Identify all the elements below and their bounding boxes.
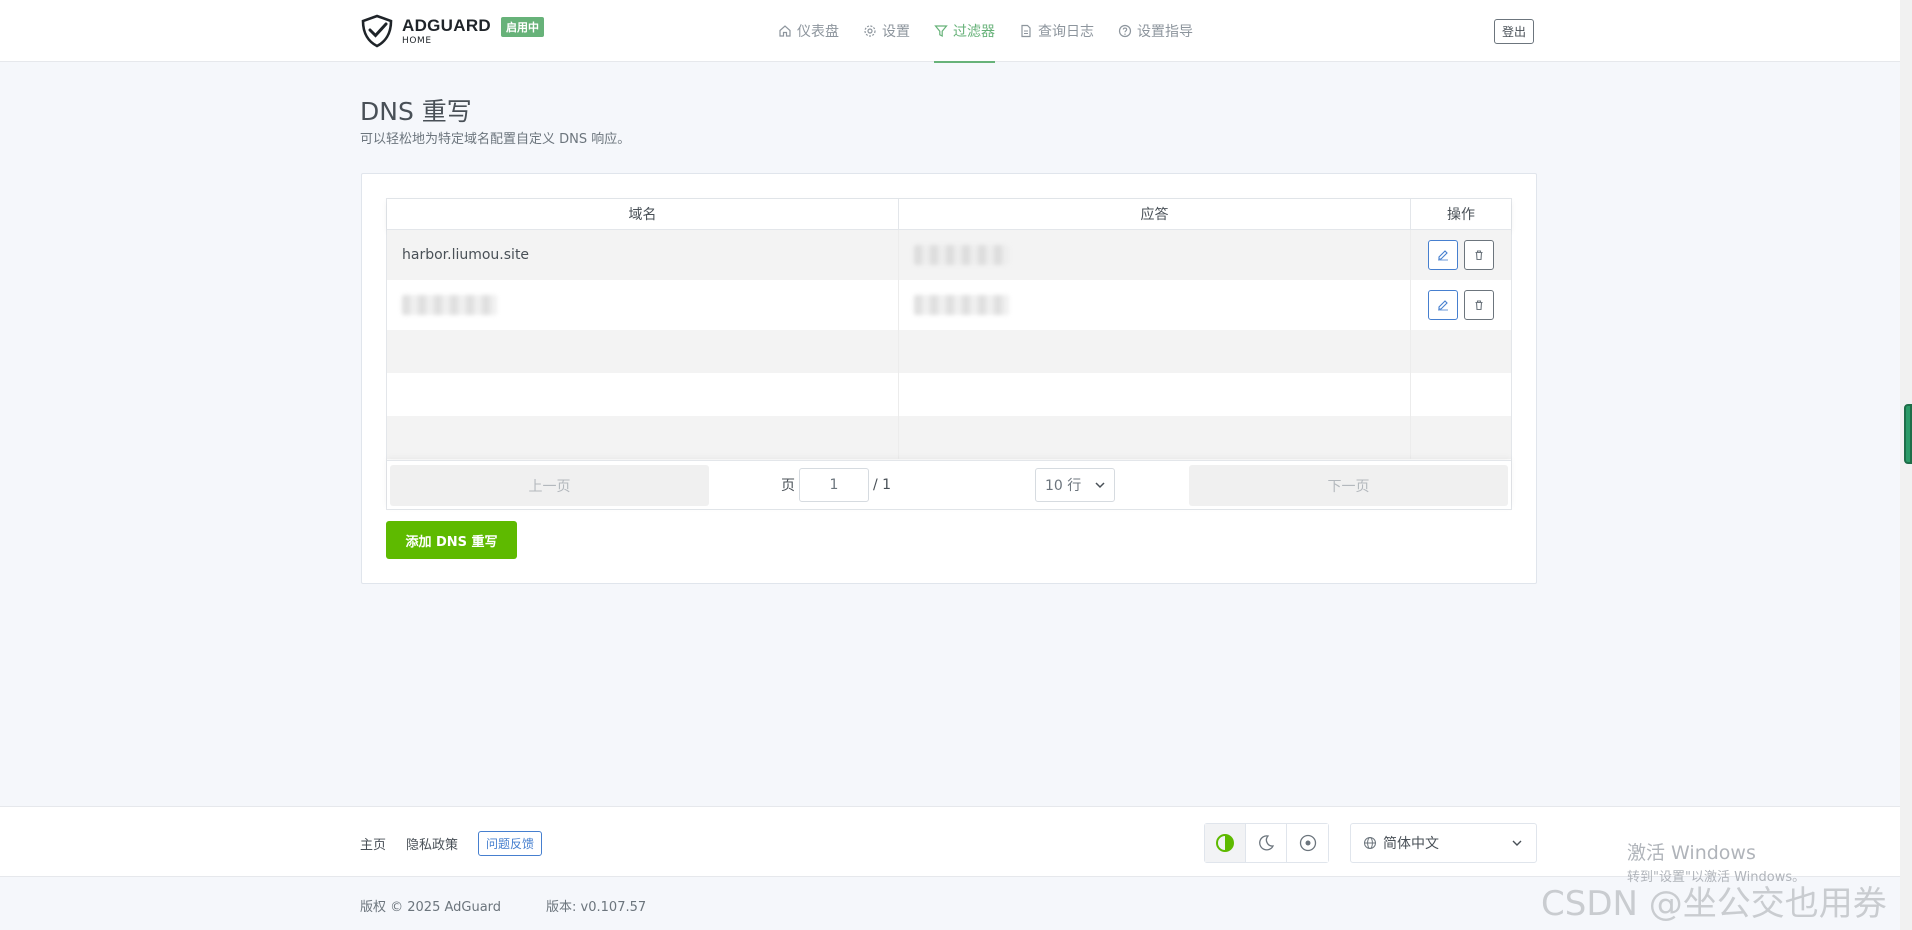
row-answer <box>899 230 1411 280</box>
column-header-actions: 操作 <box>1447 207 1475 223</box>
empty-cell <box>899 330 1411 373</box>
chevron-down-icon <box>1512 840 1522 846</box>
rows-per-page-select[interactable]: 10 行 <box>1035 468 1115 502</box>
side-floating-tab[interactable] <box>1904 404 1912 464</box>
auto-theme-icon <box>1216 834 1234 852</box>
table-header: 域名 应答 操作 <box>387 199 1511 230</box>
table-row <box>387 280 1511 330</box>
empty-cell <box>387 416 899 459</box>
delete-button[interactable] <box>1464 290 1494 320</box>
row-domain <box>387 280 899 330</box>
nav-setup-guide[interactable]: 设置指导 <box>1118 0 1193 62</box>
page-description: 可以轻松地为特定域名配置自定义 DNS 响应。 <box>360 132 631 147</box>
page-label: 页 <box>781 478 795 494</box>
row-actions <box>1411 280 1511 330</box>
nav-query-log-label: 查询日志 <box>1038 24 1094 40</box>
footer-links: 主页 隐私政策 问题反馈 <box>360 831 543 856</box>
rows-per-page-value: 10 行 <box>1045 478 1082 494</box>
language-value: 简体中文 <box>1383 836 1439 852</box>
shield-check-icon <box>361 14 393 48</box>
theme-light-button[interactable] <box>1287 824 1328 862</box>
empty-row <box>387 373 1511 416</box>
nav-dashboard-label: 仪表盘 <box>797 24 839 40</box>
dns-rewrites-table: 域名 应答 操作 harbor.liumou.site 上一页 页 1 / 1 … <box>386 198 1512 510</box>
version-text: 版本: v0.107.57 <box>546 900 647 915</box>
windows-activation-title: 激活 Windows <box>1627 842 1756 864</box>
language-select[interactable]: 简体中文 <box>1350 823 1537 863</box>
theme-switcher <box>1204 823 1329 863</box>
page-scrollbar[interactable] <box>1900 0 1912 930</box>
logout-button[interactable]: 登出 <box>1494 19 1535 44</box>
row-answer <box>899 280 1411 330</box>
edit-icon <box>1438 250 1448 261</box>
top-header: ADGUARD HOME 启用中 仪表盘 设置 过滤器 查询日志 设置指导 登出 <box>0 0 1900 63</box>
theme-dark-button[interactable] <box>1246 824 1287 862</box>
nav-filters-label: 过滤器 <box>953 24 995 40</box>
csdn-watermark: CSDN @坐公交也用券 <box>1541 884 1887 924</box>
redacted-answer <box>914 245 1009 265</box>
nav-settings-label: 设置 <box>882 24 910 40</box>
table-row: harbor.liumou.site <box>387 230 1511 280</box>
row-actions <box>1411 230 1511 280</box>
empty-cell <box>1411 373 1511 416</box>
adguard-logo[interactable]: ADGUARD HOME 启用中 <box>360 14 544 48</box>
empty-cell <box>387 373 899 416</box>
row-domain: harbor.liumou.site <box>387 230 899 280</box>
nav-filters[interactable]: 过滤器 <box>934 0 995 63</box>
edit-button[interactable] <box>1428 240 1458 270</box>
sun-icon <box>1299 834 1316 852</box>
gear-icon <box>863 24 877 38</box>
chevron-down-icon <box>1095 482 1105 489</box>
redacted-answer <box>914 295 1009 315</box>
footer-link-home[interactable]: 主页 <box>360 834 386 853</box>
pagination-bar: 上一页 页 1 / 1 10 行 下一页 <box>387 460 1511 509</box>
moon-icon <box>1259 835 1275 851</box>
brand-name: ADGUARD <box>402 15 491 35</box>
nav-dashboard[interactable]: 仪表盘 <box>778 0 839 62</box>
brand-sub: HOME <box>402 35 432 46</box>
empty-row <box>387 416 1511 459</box>
filter-icon <box>934 24 948 38</box>
empty-cell <box>387 330 899 373</box>
report-issue-button[interactable]: 问题反馈 <box>478 831 543 856</box>
empty-cell <box>899 416 1411 459</box>
prev-page-button[interactable]: 上一页 <box>390 465 709 506</box>
nav-settings[interactable]: 设置 <box>863 0 910 62</box>
redacted-domain <box>402 295 497 315</box>
next-page-button[interactable]: 下一页 <box>1189 465 1508 506</box>
empty-cell <box>1411 416 1511 459</box>
copyright-text: 版权 © 2025 AdGuard <box>360 900 502 915</box>
total-pages: / 1 <box>873 477 892 493</box>
page-number-input[interactable]: 1 <box>799 468 869 502</box>
page-indicator: 页 1 / 1 <box>781 468 891 502</box>
column-header-answer[interactable]: 应答 <box>899 199 1411 229</box>
main-nav: 仪表盘 设置 过滤器 查询日志 设置指导 <box>778 0 1217 63</box>
edit-icon <box>1438 300 1448 311</box>
footer-meta: 版权 © 2025 AdGuard 版本: v0.107.57 <box>360 896 691 915</box>
globe-icon <box>1363 836 1377 850</box>
delete-button[interactable] <box>1464 240 1494 270</box>
add-dns-rewrite-button[interactable]: 添加 DNS 重写 <box>386 521 517 559</box>
column-header-domain[interactable]: 域名 <box>387 199 899 229</box>
theme-auto-button[interactable] <box>1205 824 1246 862</box>
edit-button[interactable] <box>1428 290 1458 320</box>
help-circle-icon <box>1118 24 1132 38</box>
trash-icon <box>1475 300 1483 311</box>
empty-cell <box>899 373 1411 416</box>
dns-rewrites-card: 域名 应答 操作 harbor.liumou.site 上一页 页 1 / 1 … <box>361 173 1537 584</box>
nav-setup-guide-label: 设置指导 <box>1137 24 1193 40</box>
footer-link-privacy[interactable]: 隐私政策 <box>406 834 458 853</box>
footer: 主页 隐私政策 问题反馈 简体中文 <box>0 806 1900 877</box>
nav-query-log[interactable]: 查询日志 <box>1019 0 1094 62</box>
empty-row <box>387 330 1511 373</box>
page-title: DNS 重写 <box>360 97 472 126</box>
trash-icon <box>1475 250 1483 261</box>
document-icon <box>1019 24 1033 38</box>
empty-cell <box>1411 330 1511 373</box>
home-icon <box>778 24 792 38</box>
status-badge: 启用中 <box>500 17 544 37</box>
